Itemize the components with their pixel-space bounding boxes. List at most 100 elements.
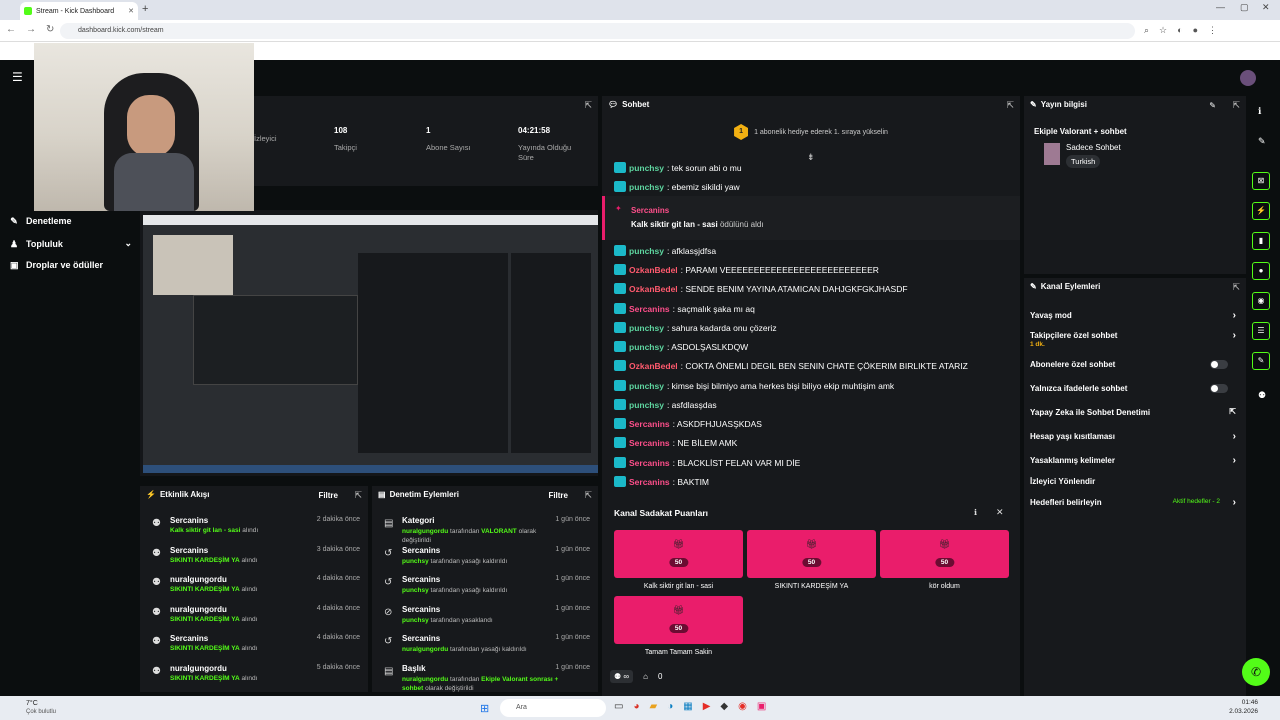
chat-username[interactable]: punchsy	[629, 342, 664, 352]
close-icon[interactable]: ✕	[996, 507, 1004, 518]
chat-username[interactable]: punchsy	[629, 400, 664, 410]
sidebar-item-drops[interactable]: ▣ Droplar ve ödüller	[10, 260, 103, 270]
minimize-icon[interactable]: —	[1216, 2, 1225, 12]
chat-username[interactable]: Sercanins	[629, 438, 670, 448]
chat-username[interactable]: Sercanins	[629, 304, 670, 314]
chat-username[interactable]: punchsy	[629, 381, 664, 391]
maximize-icon[interactable]: ▢	[1240, 2, 1249, 13]
rail-broadcast-icon[interactable]: ◉	[1252, 292, 1270, 310]
close-tab-icon[interactable]: ✕	[128, 7, 134, 15]
info-icon[interactable]: ℹ	[974, 508, 977, 517]
gift-banner[interactable]: 1 1 abonelik hediye ederek 1. sıraya yük…	[602, 118, 1020, 146]
popout-icon[interactable]: ⇱	[1232, 282, 1240, 293]
app-icon[interactable]: ◆	[720, 701, 728, 712]
chat-username[interactable]: punchsy	[629, 323, 664, 333]
popout-icon[interactable]: ⇱	[354, 490, 362, 501]
activity-row[interactable]: ⚉ Sercanins Kalk siktir git lan - sasi alı…	[140, 516, 368, 544]
chat-username[interactable]: OzkanBedel	[629, 265, 678, 275]
forward-icon[interactable]: →	[26, 24, 36, 35]
stream-preview-video[interactable]	[143, 215, 598, 473]
info-icon[interactable]: ℹ	[1258, 106, 1261, 117]
activity-row[interactable]: ⚉ nuralgungordu SIKINTI KARDEŞİM YA alındı…	[140, 575, 368, 603]
activity-user[interactable]: Sercanins	[170, 634, 208, 643]
popout-icon[interactable]: ⇱	[1006, 100, 1014, 111]
filter-button[interactable]: Filtre	[548, 491, 568, 500]
channel-action-item[interactable]: Yalnızca ifadelerle sohbet	[1030, 384, 1240, 393]
rail-notes-icon[interactable]: ▮	[1252, 232, 1270, 250]
reward-user[interactable]: Sercanins	[631, 206, 669, 215]
activity-row[interactable]: ⚉ nuralgungordu SIKINTI KARDEŞİM YA alındı…	[140, 664, 368, 692]
popout-icon[interactable]: ⇱	[1232, 100, 1240, 111]
loyalty-reward-card[interactable]: 🎁︎ 50	[614, 530, 743, 578]
activity-row[interactable]: ⚉ Sercanins SIKINTI KARDEŞİM YA alındı 4 da…	[140, 634, 368, 662]
activity-row[interactable]: ⚉ nuralgungordu SIKINTI KARDEŞİM YA alındı…	[140, 605, 368, 633]
reload-icon[interactable]: ↻	[46, 24, 54, 35]
popout-icon[interactable]: ⇱	[584, 490, 592, 501]
activity-user[interactable]: nuralgungordu	[170, 575, 227, 584]
activity-row[interactable]: ⚉ Sercanins SIKINTI KARDEŞİM YA alındı 3 da…	[140, 546, 368, 574]
chat-username[interactable]: punchsy	[629, 182, 664, 192]
chat-username[interactable]: punchsy	[629, 246, 664, 256]
chat-username[interactable]: punchsy	[629, 163, 664, 173]
toggle-switch[interactable]	[1210, 360, 1228, 369]
rail-community-icon[interactable]: ⚉	[1258, 390, 1266, 401]
activity-user[interactable]: nuralgungordu	[170, 664, 227, 673]
activity-user[interactable]: Sercanins	[170, 516, 208, 525]
sidebar-item-moderation[interactable]: ✎ Denetleme	[10, 216, 71, 226]
chat-username[interactable]: Sercanins	[629, 477, 670, 487]
chat-username[interactable]: OzkanBedel	[629, 284, 678, 294]
channel-action-item[interactable]: Abonelere özel sohbet	[1030, 360, 1240, 369]
channel-action-item[interactable]: Hesap yaşı kısıtlaması ›	[1030, 431, 1240, 442]
chat-username[interactable]: OzkanBedel	[629, 361, 678, 371]
activity-user[interactable]: nuralgungordu	[170, 605, 227, 614]
edit-icon[interactable]: ✎	[1209, 101, 1216, 110]
menu-icon[interactable]: ⋮	[1208, 25, 1217, 36]
task-view-icon[interactable]: ▭	[614, 701, 623, 712]
toggle-switch[interactable]	[1210, 384, 1228, 393]
rail-lightning-icon[interactable]: ⚡	[1252, 202, 1270, 220]
browser-tab[interactable]: Stream - Kick Dashboard ✕	[20, 2, 138, 20]
new-tab-icon[interactable]: +	[142, 3, 148, 15]
loyalty-reward-card[interactable]: 🎁︎ 50	[880, 530, 1009, 578]
chat-username[interactable]: Sercanins	[629, 419, 670, 429]
rail-list-icon[interactable]: ☰	[1252, 322, 1270, 340]
close-window-icon[interactable]: ✕	[1262, 2, 1270, 13]
points-infinity-icon[interactable]: ⚉ ∞	[610, 670, 634, 683]
channel-action-item[interactable]: Hedefleri belirleyin › Aktif hedefler - 2	[1030, 497, 1240, 508]
loyalty-reward-card[interactable]: 🎁︎ 50	[614, 596, 743, 644]
rail-chat-icon[interactable]: ●	[1252, 262, 1270, 280]
windows-start-icon[interactable]: ⊞	[480, 702, 489, 715]
rail-moderation-icon[interactable]: ⊠	[1252, 172, 1270, 190]
youtube-icon[interactable]: ▶	[703, 701, 711, 712]
channel-action-item[interactable]: İzleyici Yönlendir	[1030, 477, 1240, 486]
star-icon[interactable]: ☆	[1159, 25, 1167, 36]
app-icon[interactable]: ◉	[738, 701, 747, 712]
channel-action-item[interactable]: Takipçilere özel sohbet › 1 dk.	[1030, 330, 1240, 348]
clock-time[interactable]: 01:46	[1228, 699, 1258, 706]
channel-action-item[interactable]: Yavaş mod ›	[1030, 310, 1240, 321]
profile-icon[interactable]: ●	[1193, 25, 1198, 36]
rail-tools-icon[interactable]: ✎	[1252, 352, 1270, 370]
pencil-icon[interactable]: ✎	[1258, 136, 1266, 147]
filter-button[interactable]: Filtre	[318, 491, 338, 500]
url-field[interactable]: dashboard.kick.com/stream	[60, 23, 1135, 39]
file-explorer-icon[interactable]: ▰	[650, 701, 658, 712]
channel-action-item[interactable]: Yapay Zeka ile Sohbet Denetimi ⇱	[1030, 407, 1240, 417]
extension-icon[interactable]: ◐	[1177, 25, 1182, 36]
app-icon[interactable]: ▣	[757, 701, 766, 712]
sidebar-item-community[interactable]: ♟ Topluluk ⌄	[10, 238, 132, 249]
popout-icon[interactable]: ⇱	[584, 100, 592, 111]
taskbar-search[interactable]: Ara	[500, 699, 606, 717]
store-icon[interactable]: ⌂	[643, 672, 648, 681]
chrome-icon[interactable]: ◕	[633, 701, 639, 712]
user-avatar[interactable]	[1240, 70, 1256, 86]
store-icon[interactable]: ▦	[683, 701, 692, 712]
support-chat-button[interactable]: ✆	[1242, 658, 1270, 686]
loyalty-reward-card[interactable]: 🎁︎ 50	[747, 530, 876, 578]
back-icon[interactable]: ←	[6, 24, 16, 35]
activity-user[interactable]: Sercanins	[170, 546, 208, 555]
channel-action-item[interactable]: Yasaklanmış kelimeler ›	[1030, 455, 1240, 466]
zoom-icon[interactable]: ⌕	[1144, 25, 1149, 36]
weather-temp[interactable]: 7°C	[26, 700, 38, 707]
chat-username[interactable]: Sercanins	[629, 458, 670, 468]
